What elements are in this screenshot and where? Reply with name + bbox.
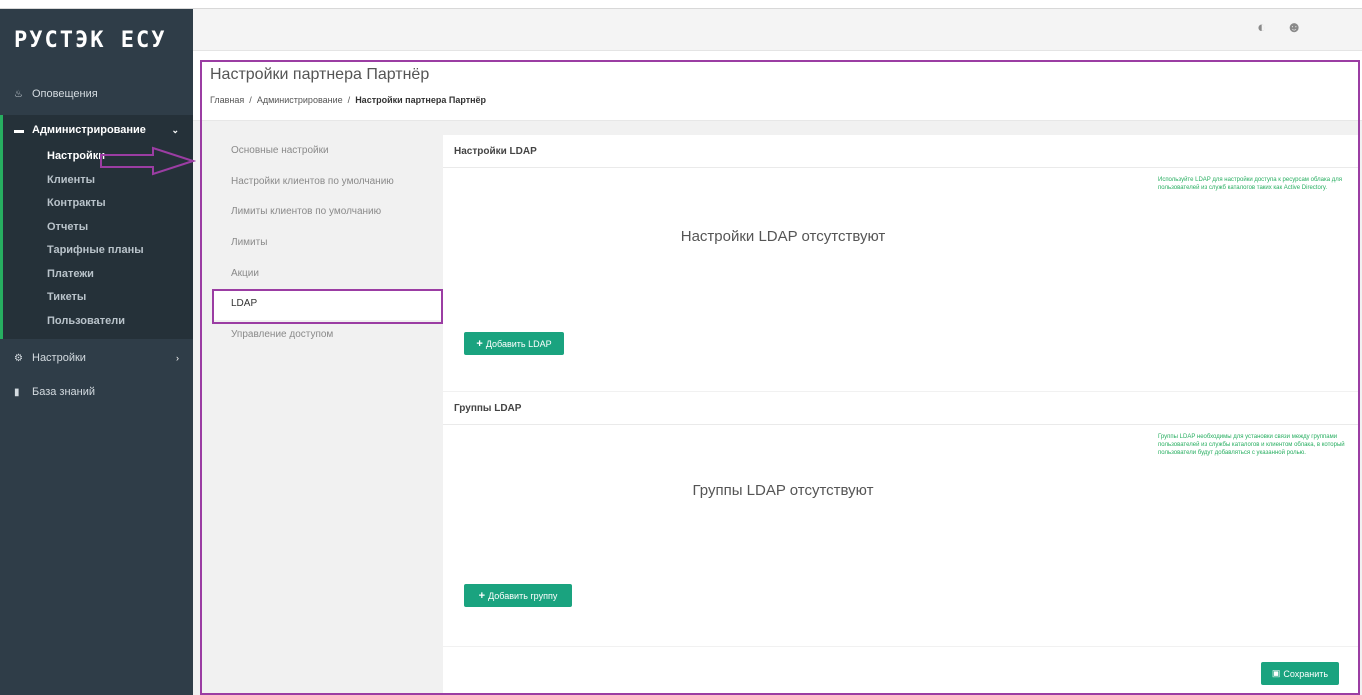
sidebar-subitem-reports[interactable]: Отчеты [3,216,193,240]
id-card-icon: ▬ [14,124,24,136]
gears-icon: ⚙ [14,352,23,364]
sidebar-item-admin[interactable]: ▬ Администрирование ⌄ [3,115,193,145]
sidebar-subitem-tariffs[interactable]: Тарифные планы [3,239,193,263]
book-icon: ▮ [14,386,20,398]
chevron-down-icon: ⌄ [171,124,179,135]
highlight-content-frame [200,60,1360,695]
sidebar-item-notifications[interactable]: ♨ Оповещения [0,81,193,107]
brand-logo[interactable]: РУСТЭК ЕСУ [0,9,193,71]
sidebar: РУСТЭК ЕСУ ♨ Оповещения ▬ Администрирова… [0,9,193,695]
annotation-arrow-icon [100,146,196,176]
sidebar-subitem-contracts[interactable]: Контракты [3,192,193,216]
sidebar-subitem-users[interactable]: Пользователи [3,310,193,334]
bell-icon: ♨ [14,88,23,100]
theme-toggle-icon[interactable]: ◐ [1257,19,1266,36]
highlight-ldap-item [212,289,443,324]
topbar: ◐ ☻ [193,9,1362,51]
user-icon[interactable]: ☻ [1286,19,1302,36]
sidebar-item-settings[interactable]: ⚙ Настройки › [0,345,193,371]
sidebar-subitem-tickets[interactable]: Тикеты [3,286,193,310]
chevron-right-icon: › [176,353,179,363]
sidebar-subitem-payments[interactable]: Платежи [3,263,193,287]
sidebar-item-knowledge[interactable]: ▮ База знаний [0,379,193,405]
